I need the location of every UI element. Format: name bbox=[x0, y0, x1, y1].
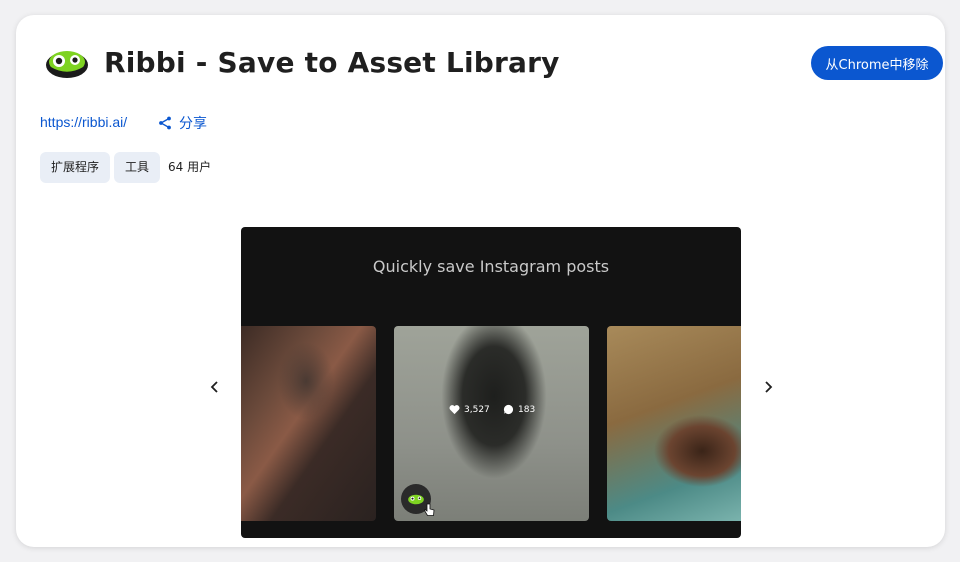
ribbi-mini-logo-icon bbox=[408, 494, 424, 504]
share-button[interactable]: 分享 bbox=[158, 113, 207, 133]
category-chip[interactable]: 扩展程序 bbox=[40, 152, 111, 183]
comments-count: 183 bbox=[518, 404, 536, 415]
likes-stat: 3,527 bbox=[449, 404, 490, 415]
user-count: 64 用户 bbox=[168, 160, 212, 174]
chevron-left-icon bbox=[210, 381, 218, 393]
page-title: Ribbi - Save to Asset Library bbox=[104, 46, 560, 79]
subcategory-chip[interactable]: 工具 bbox=[114, 152, 161, 183]
hand-cursor-icon bbox=[424, 503, 435, 516]
heart-icon bbox=[449, 405, 460, 415]
website-link[interactable]: https://ribbi.ai/ bbox=[40, 114, 127, 130]
carousel-prev-button[interactable] bbox=[203, 375, 227, 399]
remove-from-chrome-button[interactable]: 从Chrome中移除 bbox=[811, 46, 943, 80]
share-label: 分享 bbox=[179, 115, 207, 131]
screenshot-carousel-slide: Quickly save Instagram posts 3,527 183 bbox=[241, 227, 741, 538]
comment-icon bbox=[503, 404, 514, 415]
share-icon bbox=[159, 116, 171, 130]
instagram-post-image bbox=[241, 326, 376, 521]
chevron-right-icon bbox=[765, 381, 773, 393]
carousel-next-button[interactable] bbox=[756, 375, 780, 399]
likes-count: 3,527 bbox=[464, 404, 490, 415]
instagram-post-image-featured: 3,527 183 bbox=[394, 326, 589, 521]
instagram-post-image bbox=[607, 326, 741, 521]
ribbi-logo-icon bbox=[46, 51, 88, 78]
comments-stat: 183 bbox=[503, 404, 535, 415]
extension-detail-card: Ribbi - Save to Asset Library 从Chrome中移除… bbox=[16, 15, 945, 547]
screenshot-caption: Quickly save Instagram posts bbox=[372, 257, 610, 276]
